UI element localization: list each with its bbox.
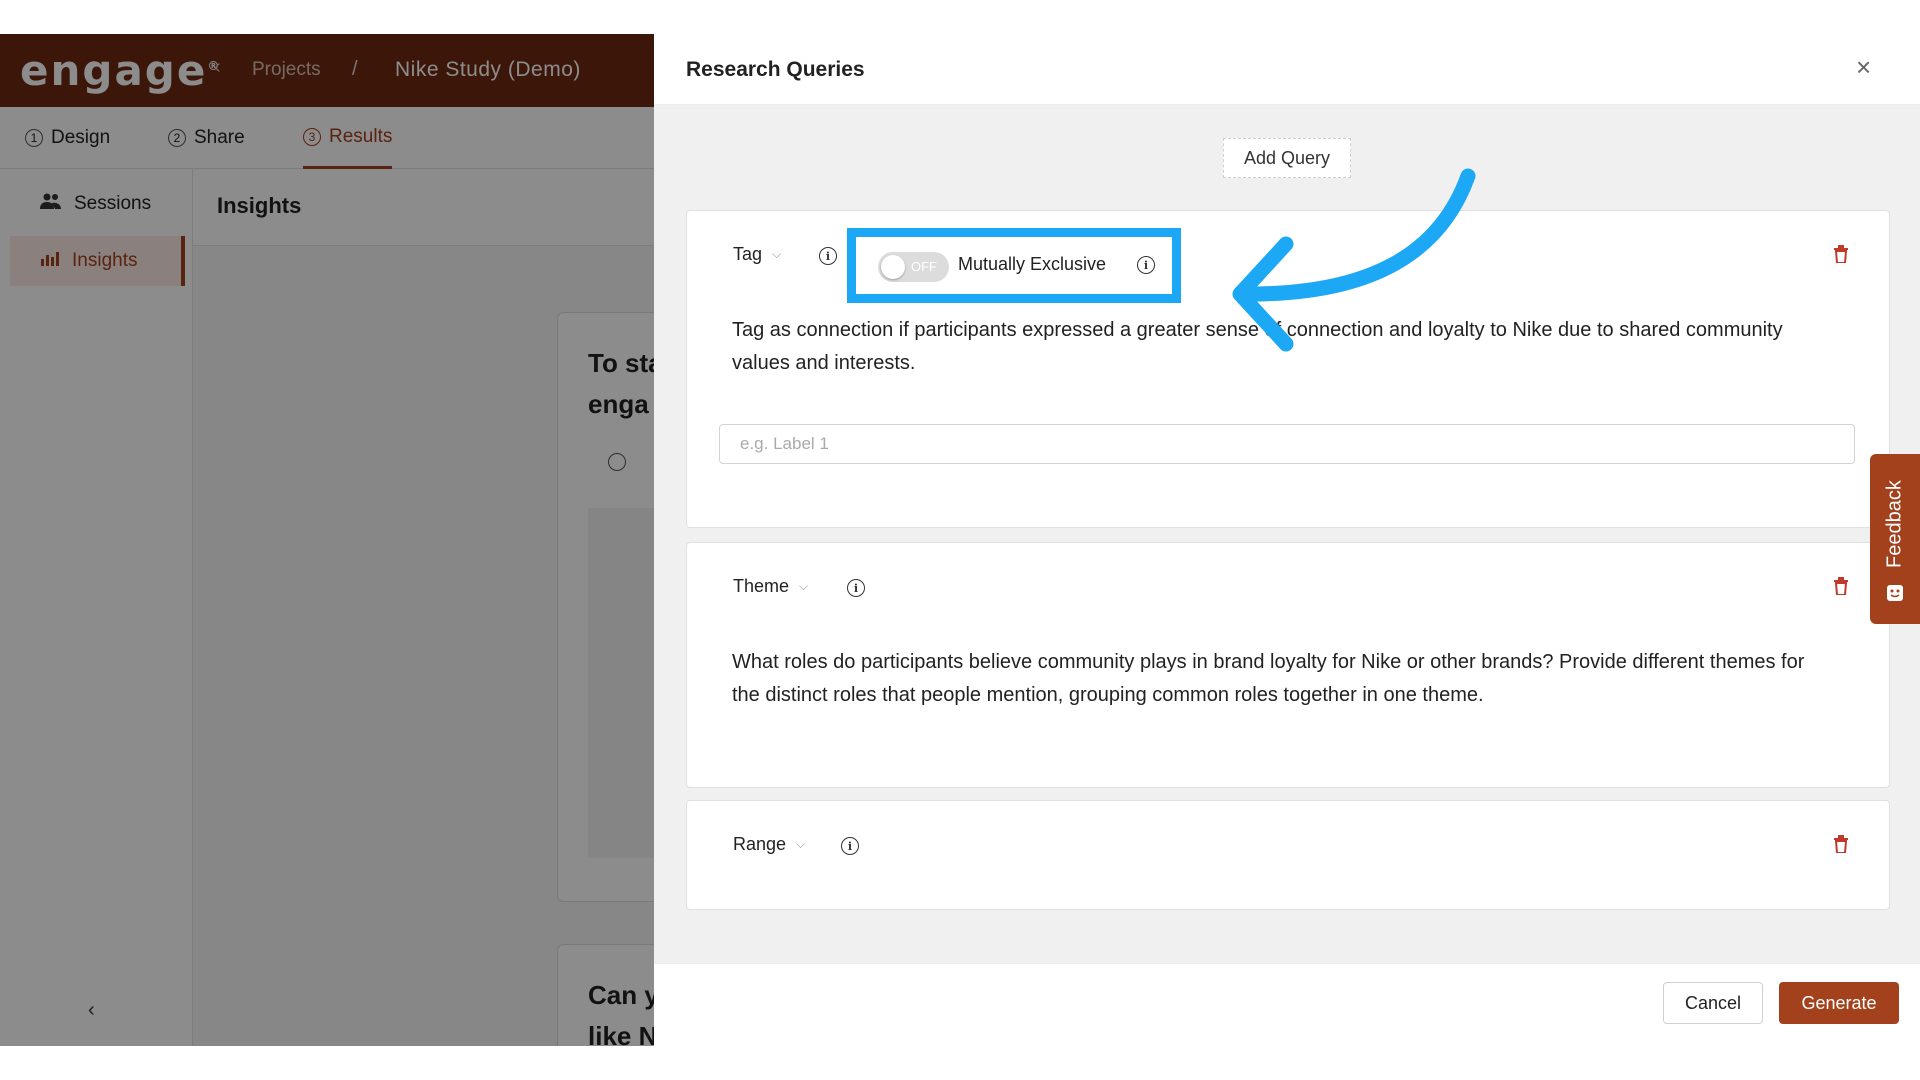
query-text[interactable]: What roles do participants believe commu… — [732, 646, 1832, 712]
close-icon[interactable]: × — [1856, 52, 1871, 83]
trash-icon[interactable] — [1833, 835, 1849, 853]
mutually-exclusive-toggle[interactable]: OFF — [878, 252, 949, 282]
toggle-state: OFF — [911, 259, 937, 274]
drawer-header: Research Queries × — [654, 34, 1920, 105]
mutually-exclusive-label: Mutually Exclusive — [958, 254, 1107, 274]
feedback-label: Feedback — [1883, 480, 1906, 568]
query-type-select[interactable]: Theme ⌵ — [733, 576, 808, 597]
feedback-tab[interactable]: Feedback — [1870, 454, 1920, 624]
query-type-select[interactable]: Range ⌵ — [733, 834, 805, 855]
chevron-down-icon: ⌵ — [796, 837, 806, 851]
info-icon[interactable]: i — [819, 247, 837, 265]
query-type-select[interactable]: Tag ⌵ — [733, 244, 781, 265]
info-icon[interactable]: i — [847, 579, 865, 597]
toggle-knob — [881, 255, 905, 279]
cancel-button[interactable]: Cancel — [1663, 982, 1763, 1024]
screen: engage® ‹ Projects / Nike Study (Demo) 1… — [0, 34, 1920, 1046]
chevron-down-icon: ⌵ — [799, 579, 809, 593]
arrow-annotation — [1232, 168, 1476, 352]
drawer-title: Research Queries — [686, 58, 865, 81]
query-card-theme: Theme ⌵ i What roles do participants bel… — [686, 542, 1890, 788]
query-card-range: Range ⌵ i — [686, 800, 1890, 910]
query-type-label: Tag — [733, 244, 763, 264]
label-input[interactable] — [719, 424, 1855, 464]
drawer-footer: Cancel Generate — [654, 963, 1920, 1046]
info-icon[interactable]: i — [841, 837, 859, 855]
query-type-label: Range — [733, 834, 787, 854]
feedback-icon — [1886, 584, 1904, 602]
trash-icon[interactable] — [1833, 577, 1849, 595]
chevron-down-icon: ⌵ — [772, 247, 782, 261]
query-type-label: Theme — [733, 576, 790, 596]
trash-icon[interactable] — [1833, 245, 1849, 263]
generate-button[interactable]: Generate — [1779, 982, 1899, 1024]
info-icon[interactable]: i — [1137, 256, 1155, 274]
